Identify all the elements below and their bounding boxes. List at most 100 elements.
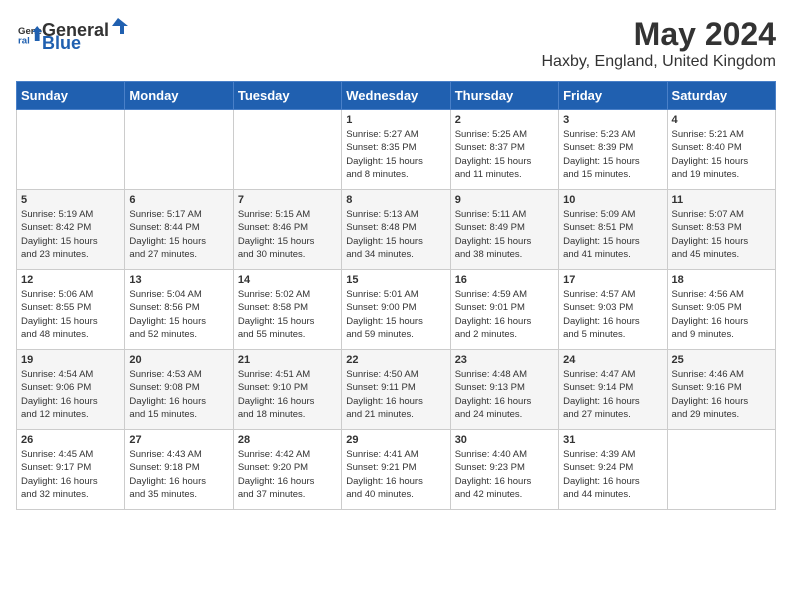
day-number: 23 xyxy=(455,354,554,366)
day-info: Sunrise: 4:42 AMSunset: 9:20 PMDaylight:… xyxy=(238,448,337,501)
weekday-header-monday: Monday xyxy=(125,82,233,110)
week-row-2: 5 Sunrise: 5:19 AMSunset: 8:42 PMDaylight… xyxy=(17,190,776,270)
day-info: Sunrise: 5:01 AMSunset: 9:00 PMDaylight:… xyxy=(346,288,445,341)
calendar-cell: 17 Sunrise: 4:57 AMSunset: 9:03 PMDayligh… xyxy=(559,270,667,350)
weekday-header-row: SundayMondayTuesdayWednesdayThursdayFrid… xyxy=(17,82,776,110)
day-number: 19 xyxy=(21,354,120,366)
day-info: Sunrise: 4:56 AMSunset: 9:05 PMDaylight:… xyxy=(672,288,771,341)
calendar-cell: 16 Sunrise: 4:59 AMSunset: 9:01 PMDayligh… xyxy=(450,270,558,350)
day-number: 31 xyxy=(563,434,662,446)
weekday-header-thursday: Thursday xyxy=(450,82,558,110)
day-number: 10 xyxy=(563,194,662,206)
week-row-1: 1Sunrise: 5:27 AMSunset: 8:35 PMDaylight… xyxy=(17,110,776,190)
calendar-cell: 19 Sunrise: 4:54 AMSunset: 9:06 PMDayligh… xyxy=(17,350,125,430)
calendar-cell: 13 Sunrise: 5:04 AMSunset: 8:56 PMDayligh… xyxy=(125,270,233,350)
day-number: 4 xyxy=(672,114,771,126)
logo-arrow-icon xyxy=(110,16,130,36)
day-info: Sunrise: 4:54 AMSunset: 9:06 PMDaylight:… xyxy=(21,368,120,421)
day-number: 16 xyxy=(455,274,554,286)
calendar-cell: 10Sunrise: 5:09 AMSunset: 8:51 PMDayligh… xyxy=(559,190,667,270)
day-number: 15 xyxy=(346,274,445,286)
calendar-cell: 25 Sunrise: 4:46 AMSunset: 9:16 PMDayligh… xyxy=(667,350,775,430)
day-number: 1 xyxy=(346,114,445,126)
day-info: Sunrise: 5:21 AMSunset: 8:40 PMDaylight:… xyxy=(672,128,771,181)
day-info: Sunrise: 4:57 AMSunset: 9:03 PMDaylight:… xyxy=(563,288,662,341)
calendar-cell: 1Sunrise: 5:27 AMSunset: 8:35 PMDaylight… xyxy=(342,110,450,190)
calendar-cell: 29Sunrise: 4:41 AMSunset: 9:21 PMDayligh… xyxy=(342,430,450,510)
day-info: Sunrise: 5:23 AMSunset: 8:39 PMDaylight:… xyxy=(563,128,662,181)
day-info: Sunrise: 5:06 AMSunset: 8:55 PMDaylight:… xyxy=(21,288,120,341)
day-info: Sunrise: 5:25 AMSunset: 8:37 PMDaylight:… xyxy=(455,128,554,181)
day-info: Sunrise: 5:13 AMSunset: 8:48 PMDaylight:… xyxy=(346,208,445,261)
day-number: 20 xyxy=(129,354,228,366)
week-row-4: 19 Sunrise: 4:54 AMSunset: 9:06 PMDayligh… xyxy=(17,350,776,430)
calendar-table: SundayMondayTuesdayWednesdayThursdayFrid… xyxy=(16,81,776,510)
day-info: Sunrise: 4:43 AMSunset: 9:18 PMDaylight:… xyxy=(129,448,228,501)
day-number: 9 xyxy=(455,194,554,206)
calendar-cell: 7 Sunrise: 5:15 AMSunset: 8:46 PMDaylight… xyxy=(233,190,341,270)
day-number: 21 xyxy=(238,354,337,366)
calendar-cell: 5 Sunrise: 5:19 AMSunset: 8:42 PMDaylight… xyxy=(17,190,125,270)
logo-icon: Gene ral xyxy=(18,23,42,47)
day-info: Sunrise: 4:53 AMSunset: 9:08 PMDaylight:… xyxy=(129,368,228,421)
day-info: Sunrise: 5:02 AMSunset: 8:58 PMDaylight:… xyxy=(238,288,337,341)
weekday-header-tuesday: Tuesday xyxy=(233,82,341,110)
day-number: 18 xyxy=(672,274,771,286)
day-info: Sunrise: 4:51 AMSunset: 9:10 PMDaylight:… xyxy=(238,368,337,421)
day-number: 12 xyxy=(21,274,120,286)
calendar-cell: 6Sunrise: 5:17 AMSunset: 8:44 PMDaylight… xyxy=(125,190,233,270)
week-row-5: 26 Sunrise: 4:45 AMSunset: 9:17 PMDayligh… xyxy=(17,430,776,510)
header: Gene ral General Blue May 2024 Haxby, En… xyxy=(16,16,776,71)
day-info: Sunrise: 4:46 AMSunset: 9:16 PMDaylight:… xyxy=(672,368,771,421)
calendar-cell: 9Sunrise: 5:11 AMSunset: 8:49 PMDaylight… xyxy=(450,190,558,270)
day-number: 17 xyxy=(563,274,662,286)
day-info: Sunrise: 5:19 AMSunset: 8:42 PMDaylight:… xyxy=(21,208,120,261)
day-info: Sunrise: 4:47 AMSunset: 9:14 PMDaylight:… xyxy=(563,368,662,421)
day-info: Sunrise: 4:40 AMSunset: 9:23 PMDaylight:… xyxy=(455,448,554,501)
day-number: 13 xyxy=(129,274,228,286)
day-info: Sunrise: 4:59 AMSunset: 9:01 PMDaylight:… xyxy=(455,288,554,341)
day-number: 25 xyxy=(672,354,771,366)
day-number: 14 xyxy=(238,274,337,286)
day-number: 24 xyxy=(563,354,662,366)
calendar-cell: 20 Sunrise: 4:53 AMSunset: 9:08 PMDayligh… xyxy=(125,350,233,430)
day-info: Sunrise: 5:17 AMSunset: 8:44 PMDaylight:… xyxy=(129,208,228,261)
day-number: 7 xyxy=(238,194,337,206)
calendar-cell: 23Sunrise: 4:48 AMSunset: 9:13 PMDayligh… xyxy=(450,350,558,430)
weekday-header-sunday: Sunday xyxy=(17,82,125,110)
day-number: 2 xyxy=(455,114,554,126)
month-title: May 2024 xyxy=(541,16,776,53)
day-number: 5 xyxy=(21,194,120,206)
day-number: 11 xyxy=(672,194,771,206)
day-number: 3 xyxy=(563,114,662,126)
calendar-cell: 2 Sunrise: 5:25 AMSunset: 8:37 PMDaylight… xyxy=(450,110,558,190)
calendar-cell: 12 Sunrise: 5:06 AMSunset: 8:55 PMDayligh… xyxy=(17,270,125,350)
calendar-cell: 8Sunrise: 5:13 AMSunset: 8:48 PMDaylight… xyxy=(342,190,450,270)
day-info: Sunrise: 4:45 AMSunset: 9:17 PMDaylight:… xyxy=(21,448,120,501)
week-row-3: 12 Sunrise: 5:06 AMSunset: 8:55 PMDayligh… xyxy=(17,270,776,350)
day-info: Sunrise: 4:50 AMSunset: 9:11 PMDaylight:… xyxy=(346,368,445,421)
day-number: 30 xyxy=(455,434,554,446)
day-number: 27 xyxy=(129,434,228,446)
calendar-cell xyxy=(233,110,341,190)
calendar-cell: 18 Sunrise: 4:56 AMSunset: 9:05 PMDayligh… xyxy=(667,270,775,350)
calendar-cell: 11 Sunrise: 5:07 AMSunset: 8:53 PMDayligh… xyxy=(667,190,775,270)
calendar-cell: 30 Sunrise: 4:40 AMSunset: 9:23 PMDayligh… xyxy=(450,430,558,510)
location-title: Haxby, England, United Kingdom xyxy=(541,53,776,71)
calendar-cell: 24 Sunrise: 4:47 AMSunset: 9:14 PMDayligh… xyxy=(559,350,667,430)
day-number: 22 xyxy=(346,354,445,366)
calendar-cell: 21 Sunrise: 4:51 AMSunset: 9:10 PMDayligh… xyxy=(233,350,341,430)
calendar-cell: 4 Sunrise: 5:21 AMSunset: 8:40 PMDaylight… xyxy=(667,110,775,190)
calendar-cell: 31Sunrise: 4:39 AMSunset: 9:24 PMDayligh… xyxy=(559,430,667,510)
weekday-header-wednesday: Wednesday xyxy=(342,82,450,110)
day-info: Sunrise: 5:04 AMSunset: 8:56 PMDaylight:… xyxy=(129,288,228,341)
calendar-cell xyxy=(17,110,125,190)
day-info: Sunrise: 5:15 AMSunset: 8:46 PMDaylight:… xyxy=(238,208,337,261)
day-info: Sunrise: 5:07 AMSunset: 8:53 PMDaylight:… xyxy=(672,208,771,261)
calendar-cell xyxy=(125,110,233,190)
calendar-cell: 22 Sunrise: 4:50 AMSunset: 9:11 PMDayligh… xyxy=(342,350,450,430)
day-number: 26 xyxy=(21,434,120,446)
day-info: Sunrise: 4:41 AMSunset: 9:21 PMDaylight:… xyxy=(346,448,445,501)
title-area: May 2024 Haxby, England, United Kingdom xyxy=(541,16,776,71)
calendar-cell: 26 Sunrise: 4:45 AMSunset: 9:17 PMDayligh… xyxy=(17,430,125,510)
